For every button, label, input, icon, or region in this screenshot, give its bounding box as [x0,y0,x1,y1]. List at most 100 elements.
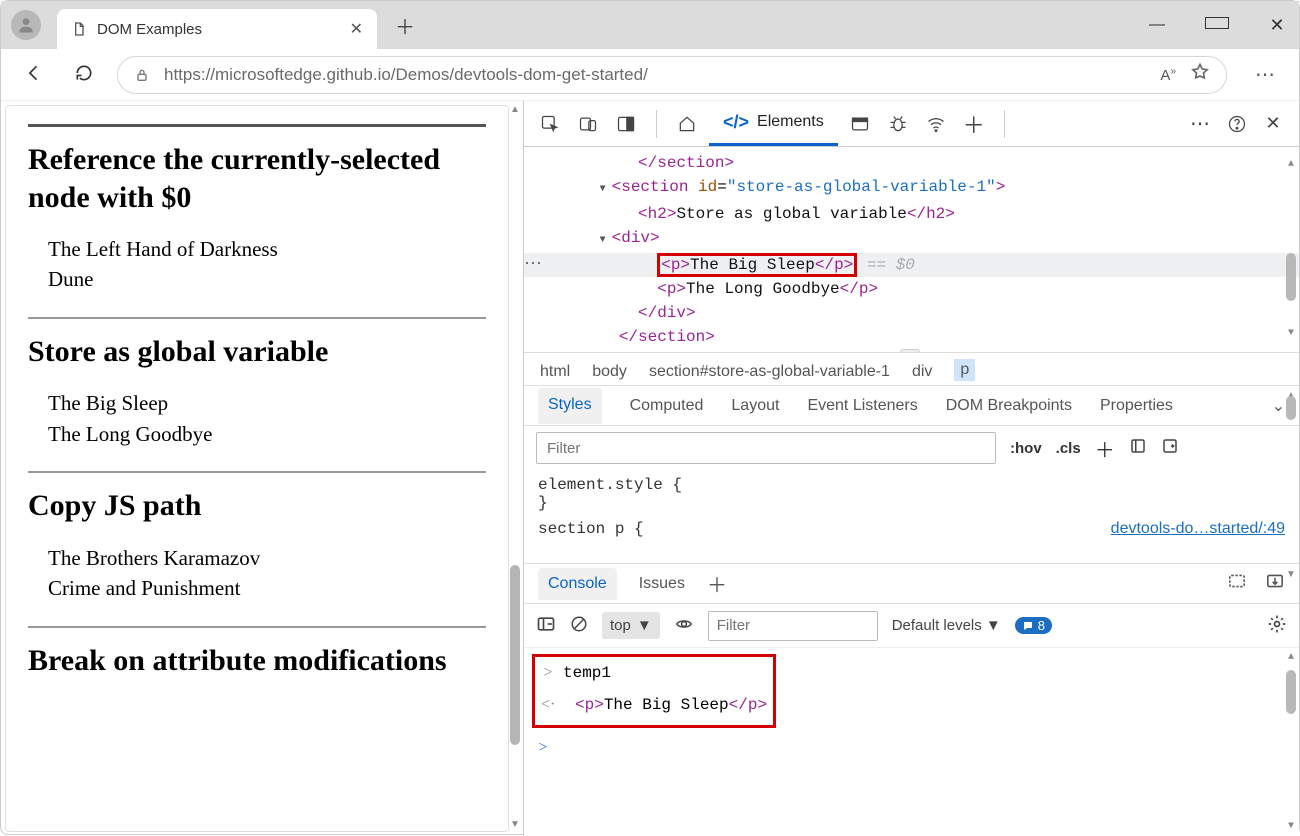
lock-icon [134,67,150,83]
network-conditions-icon[interactable] [920,108,952,140]
dom-tree-scrollbar[interactable]: ▲▼ [1286,153,1296,346]
browser-menu-button[interactable]: ⋯ [1243,62,1283,87]
console-toolbar: top ▼ Default levels ▼ 8 [524,604,1299,648]
minimize-button[interactable]: — [1145,16,1169,34]
list-item: Crime and Punishment [48,573,486,603]
expand-drawer-icon[interactable] [1227,573,1247,594]
console-prompt-icon[interactable]: > [536,739,550,757]
dom-line[interactable]: <h2>Store as global variable</h2> [524,202,1299,226]
console-tag-open: <p> [575,696,604,714]
subtab-properties[interactable]: Properties [1100,397,1173,415]
message-count-badge[interactable]: 8 [1015,617,1052,634]
crumb[interactable]: section#store-as-global-variable-1 [649,363,890,381]
favorite-icon[interactable] [1190,62,1210,87]
more-subtabs-icon[interactable]: ⌄ [1272,396,1285,416]
close-tab-icon[interactable]: ✕ [350,19,363,39]
source-link[interactable]: devtools-do…started/:49 [1111,520,1285,538]
refresh-button[interactable] [67,63,101,86]
list-item: The Big Sleep [48,388,486,418]
window-controls: — ✕ [1145,1,1289,49]
crumb[interactable]: body [592,363,627,381]
dock-side-icon[interactable] [610,108,642,140]
live-expression-icon[interactable] [674,616,694,636]
hov-toggle[interactable]: :hov [1010,440,1042,457]
elements-tab-label: Elements [757,113,824,131]
maximize-button[interactable] [1205,16,1229,34]
subtab-styles[interactable]: Styles [538,388,602,424]
new-tab-button[interactable]: ＋ [395,11,415,40]
window-titlebar: DOM Examples ✕ ＋ — ✕ [1,1,1299,49]
console-output-marker: <· [541,696,555,714]
dom-tree[interactable]: </section> <section id="store-as-global-… [524,147,1299,352]
subtab-dom-breakpoints[interactable]: DOM Breakpoints [946,397,1072,415]
tab-elements[interactable]: </> Elements [709,101,838,146]
section-heading: Reference the currently-selected node wi… [28,141,486,216]
browser-tab[interactable]: DOM Examples ✕ [57,9,377,49]
section-heading: Store as global variable [28,333,486,371]
dom-line[interactable]: <p>The Long Goodbye</p> [524,277,1299,301]
crumb[interactable]: html [540,363,570,381]
styles-filter-input[interactable] [536,432,996,464]
list-item: The Left Hand of Darkness [48,234,486,264]
close-devtools-icon[interactable]: ✕ [1257,108,1289,140]
address-bar[interactable]: https://microsoftedge.github.io/Demos/de… [117,56,1227,94]
back-button[interactable] [17,63,51,86]
clear-console-icon[interactable] [570,615,588,637]
console-body[interactable]: > temp1 <· <p>The Big Sleep</p> > ▲ ▼ [524,648,1299,836]
section-heading: Break on attribute modifications [28,642,486,680]
subtab-event-listeners[interactable]: Event Listeners [807,397,917,415]
drawer-add-tab-icon[interactable]: ＋ [707,569,727,598]
console-filter-input[interactable] [708,611,878,641]
selector-text: section p { [538,520,644,538]
devtools-menu-icon[interactable]: ⋯ [1185,108,1217,140]
devtools-toolbar: </> Elements ＋ ⋯ ✕ [524,101,1299,147]
read-aloud-icon[interactable]: A» [1160,66,1176,84]
code-icon: </> [723,112,749,133]
new-style-rule-icon[interactable]: ＋ [1095,434,1115,463]
dom-line[interactable]: </div> [524,301,1299,325]
list-item: The Brothers Karamazov [48,543,486,573]
profile-icon[interactable] [11,10,41,40]
dom-line[interactable]: <section id="store-as-global-variable-1"… [524,175,1299,202]
close-window-button[interactable]: ✕ [1265,15,1289,36]
toggle-sidebar-icon[interactable] [1161,437,1179,459]
drawer-tab-console[interactable]: Console [538,568,617,600]
collapse-drawer-icon[interactable] [1265,573,1285,594]
console-tag-close: </p> [729,696,767,714]
drawer-tab-issues[interactable]: Issues [639,575,685,593]
cls-toggle[interactable]: .cls [1056,440,1081,457]
help-icon[interactable] [1221,108,1253,140]
console-input-text: temp1 [563,664,611,682]
styles-body[interactable]: element.style { } devtools-do…started/:4… [524,470,1299,564]
computed-styles-icon[interactable] [1129,437,1147,459]
section-heading: Copy JS path [28,487,486,525]
page-viewport: Reference the currently-selected node wi… [1,101,524,836]
list-item: Dune [48,264,486,294]
more-tabs-icon[interactable]: ＋ [958,108,990,140]
crumb-selected[interactable]: p [954,359,975,381]
crumb[interactable]: div [912,363,932,381]
tab-title: DOM Examples [97,21,340,38]
subtab-computed[interactable]: Computed [630,397,704,415]
welcome-tab-icon[interactable] [671,108,703,140]
toggle-console-sidebar-icon[interactable] [536,615,556,637]
context-selector[interactable]: top ▼ [602,612,660,639]
sources-tab-icon[interactable] [844,108,876,140]
console-settings-icon[interactable] [1267,614,1287,638]
page-scrollbar[interactable]: ▲ ▼ [509,105,521,832]
console-scrollbar[interactable]: ▲ ▼ [1286,652,1296,832]
inspect-element-icon[interactable] [534,108,566,140]
page-content: Reference the currently-selected node wi… [6,106,508,715]
subtab-layout[interactable]: Layout [731,397,779,415]
bug-icon[interactable] [882,108,914,140]
browser-toolbar: https://microsoftedge.github.io/Demos/de… [1,49,1299,101]
dom-breadcrumbs[interactable]: html body section#store-as-global-variab… [524,352,1299,386]
dom-line[interactable]: </section> [524,325,1299,349]
dom-line[interactable]: <div> [524,226,1299,253]
dom-line[interactable]: <p>The Big Sleep</p> == $0 [524,253,1299,277]
dom-line[interactable]: <section id="copy-js-path-1"> ⋯ </sectio… [524,349,1299,352]
log-levels-selector[interactable]: Default levels ▼ [892,617,1001,634]
dom-line[interactable]: </section> [524,151,1299,175]
styles-subtabs: Styles Computed Layout Event Listeners D… [524,386,1299,426]
device-toolbar-icon[interactable] [572,108,604,140]
